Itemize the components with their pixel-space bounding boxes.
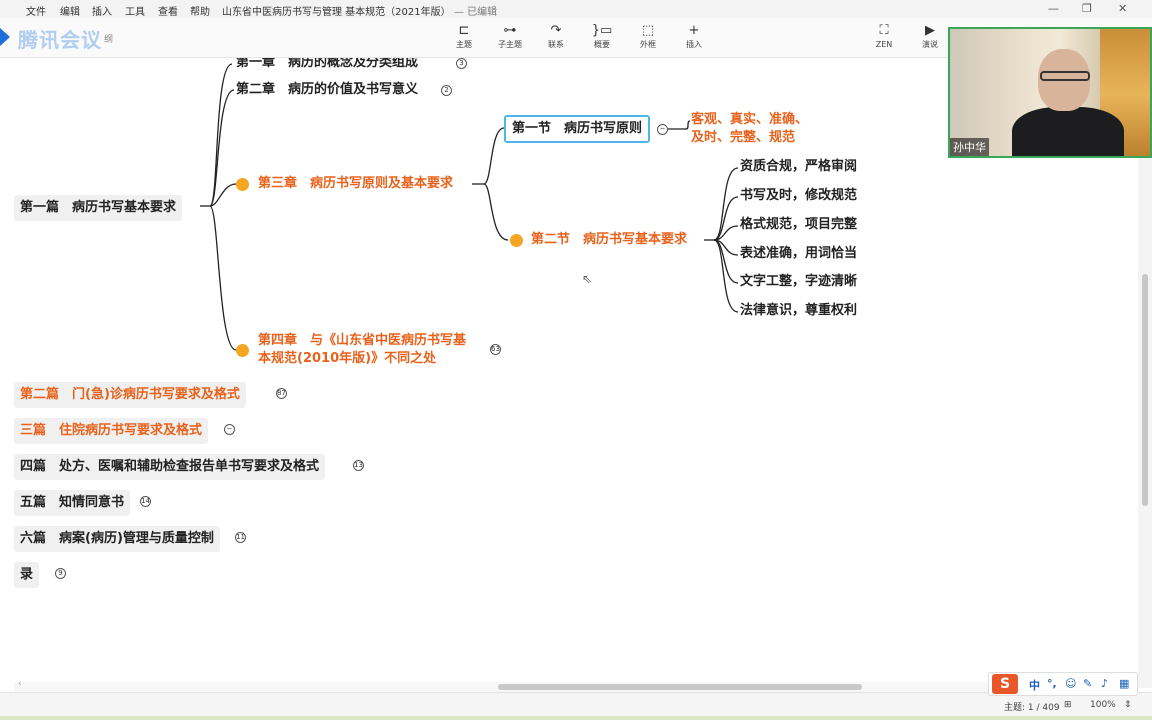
relationship-label: 联系 [548,40,564,49]
boundary-label: 外框 [640,40,656,49]
appendix-topic[interactable]: 录 [14,562,40,588]
summary-icon: }▭ [591,23,613,38]
ime-toolbar: S 中 °, ☺ ✎ ♪ ▦ [988,672,1138,696]
present-label: 演说 [922,40,938,49]
menu-bar: 文件 编辑 插入 工具 查看 帮助 山东省中医病历书写与管理 基本规范（2021… [0,0,1152,18]
chapter-4-line2: 本规范(2010年版)》不同之处 [258,351,437,366]
video-call-overlay[interactable]: 孙中华 [948,27,1152,158]
boundary-button[interactable]: ⬚ 外框 [630,22,666,50]
requirement-item[interactable]: 格式规范，项目完整 [740,216,857,234]
save-status: — 已编辑 [454,7,498,18]
chapter-1-topic[interactable]: 第一章 病历的概念及分类组成 [236,58,418,72]
app-window: 文件 编辑 插入 工具 查看 帮助 山东省中医病历书写与管理 基本规范（2021… [0,0,1152,720]
insert-button[interactable]: + 插入 [676,22,712,50]
zen-label: ZEN [875,40,893,49]
topic-button[interactable]: ⊏ 主题 [446,22,482,50]
meeting-indicator-icon [0,28,10,46]
collapse-count-badge[interactable]: 11 [235,532,246,543]
chapter-2-topic[interactable]: 第二章 病历的价值及书写意义 [236,81,418,99]
grid-menu-icon[interactable]: ▦ [1119,677,1129,690]
collapse-count-badge[interactable]: 2 [441,85,452,96]
subtopic-icon: ⊶ [503,23,517,38]
summary-label: 概要 [594,40,610,49]
chapter-4-line1: 第四章 与《山东省中医病历书写基 [258,333,467,348]
collapse-count-badge[interactable]: 13 [353,460,364,471]
present-icon: ▶ [925,23,935,38]
menu-help[interactable]: 帮助 [190,3,210,18]
zoom-level[interactable]: 100% [1090,700,1116,710]
ime-mode-toggle[interactable]: 中 [1029,677,1040,693]
menu-edit[interactable]: 编辑 [60,3,80,18]
part-3-topic[interactable]: 三篇 住院病历书写要求及格式 [14,418,209,444]
zoom-stepper-icon[interactable]: ⇕ [1124,700,1132,710]
orange-marker-icon [236,178,249,191]
collapse-toggle-icon[interactable]: − [224,424,235,435]
emoji-icon[interactable]: ☺ [1065,677,1076,690]
mouse-cursor-icon: ⇖ [582,272,593,286]
part-4-topic[interactable]: 四篇 处方、医嘱和辅助检查报告单书写要求及格式 [14,454,326,480]
microphone-icon[interactable]: ♪ [1101,677,1108,690]
requirement-item[interactable]: 法律意识，尊重权利 [740,302,857,320]
collapse-count-badge[interactable]: 14 [140,496,151,507]
scroll-left-icon[interactable]: ‹ [18,679,22,689]
menu-file[interactable]: 文件 [26,3,46,18]
pen-icon[interactable]: ✎ [1083,677,1092,690]
menu-tools[interactable]: 工具 [125,3,145,18]
map-icon[interactable]: ⊞ [1064,700,1072,710]
root-topic[interactable]: 第一篇 病历书写基本要求 [14,195,183,221]
chapter-3-topic[interactable]: 第三章 病历书写原则及基本要求 [258,175,453,193]
restore-icon[interactable]: ❐ [1082,2,1092,15]
relationship-button[interactable]: ↷ 联系 [538,22,574,50]
minimize-icon[interactable]: — [1048,2,1059,15]
section-2-topic[interactable]: 第二节 病历书写基本要求 [531,231,687,249]
watermark-logo: 腾讯会议 [18,28,102,52]
section-1-detail[interactable]: 客观、真实、准确、 及时、完整、规范 [691,111,808,147]
topic-label: 主题 [456,40,472,49]
zen-button[interactable]: ⛶ ZEN [866,22,902,50]
collapse-count-badge[interactable]: 63 [490,344,501,355]
relationship-icon: ↷ [550,23,562,38]
subtopic-button[interactable]: ⊶ 子主题 [492,22,528,50]
plus-icon: + [688,23,700,38]
boundary-icon: ⬚ [641,23,655,38]
menu-view[interactable]: 查看 [158,3,178,18]
topic-counter: 主题: 1 / 409 [1004,703,1060,713]
subtopic-label: 子主题 [498,40,522,49]
collapse-count-badge[interactable]: 3 [456,58,467,69]
collapse-count-badge[interactable]: 87 [276,388,287,399]
requirement-item[interactable]: 资质合规，严格审阅 [740,158,857,176]
part-6-topic[interactable]: 六篇 病案(病历)管理与质量控制 [14,526,220,552]
orange-marker-icon [236,344,249,357]
participant-glasses [1040,71,1090,81]
vertical-scroll-thumb[interactable] [1142,274,1148,506]
horizontal-scroll-thumb[interactable] [498,684,862,690]
present-button[interactable]: ▶ 演说 [912,22,948,50]
part-2-topic[interactable]: 第二篇 门(急)诊病历书写要求及格式 [14,382,246,408]
section-1-detail-line2: 及时、完整、规范 [691,130,796,145]
summary-button[interactable]: }▭ 概要 [584,22,620,50]
fullscreen-icon: ⛶ [879,23,889,38]
part-5-topic[interactable]: 五篇 知情同意书 [14,490,131,516]
requirement-item[interactable]: 书写及时，修改规范 [740,187,857,205]
collapse-toggle-icon[interactable]: − [657,124,668,135]
collapse-count-badge[interactable]: 9 [55,568,66,579]
section-1-topic[interactable]: 第一节 病历书写原则 [504,115,651,143]
requirement-item[interactable]: 文字工整，字迹清晰 [740,273,857,291]
punctuation-toggle[interactable]: °, [1047,677,1057,690]
insert-label: 插入 [686,40,702,49]
outline-label: 纲 [104,35,114,45]
close-icon[interactable]: ✕ [1118,2,1127,15]
sogou-logo-icon[interactable]: S [992,674,1018,694]
taskbar-strip [0,716,1152,720]
horizontal-scrollbar[interactable]: ‹ [14,679,1138,692]
document-title: 山东省中医病历书写与管理 基本规范（2021年版） [222,7,451,18]
topic-icon: ⊏ [458,23,470,38]
section-1-detail-line1: 客观、真实、准确、 [691,112,809,127]
participant-name: 孙中华 [950,138,989,156]
participant-silhouette [1012,107,1124,156]
chapter-4-topic[interactable]: 第四章 与《山东省中医病历书写基 本规范(2010年版)》不同之处 [258,332,466,368]
orange-marker-icon [510,234,523,247]
requirement-item[interactable]: 表述准确，用词恰当 [740,245,857,263]
menu-insert[interactable]: 插入 [92,3,112,18]
